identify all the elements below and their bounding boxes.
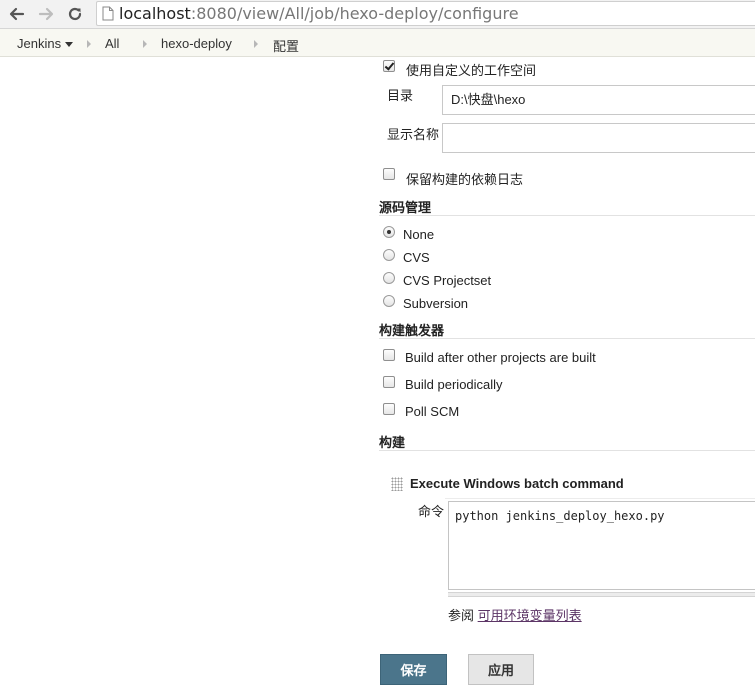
back-button[interactable] bbox=[5, 3, 29, 25]
reload-icon bbox=[68, 7, 82, 21]
scm-none-label: None bbox=[403, 227, 435, 242]
apply-button[interactable]: 应用 bbox=[468, 654, 534, 685]
url-host: localhost bbox=[119, 4, 191, 23]
build-divider bbox=[379, 450, 755, 451]
triggers-divider bbox=[379, 338, 755, 339]
triggers-section-title: 构建触发器 bbox=[379, 323, 445, 338]
forward-arrow-icon bbox=[38, 7, 54, 21]
forward-button[interactable] bbox=[34, 3, 58, 25]
trigger-after-other-label: Build after other projects are built bbox=[405, 350, 596, 365]
drag-handle-icon[interactable] bbox=[391, 477, 403, 491]
url-path: :8080/view/All/job/hexo-deploy/configure bbox=[190, 4, 519, 23]
env-vars-link[interactable]: 可用环境变量列表 bbox=[478, 608, 582, 623]
url-text: localhost:8080/view/All/job/hexo-deploy/… bbox=[119, 4, 519, 23]
scm-none-radio[interactable] bbox=[383, 226, 395, 238]
scm-divider bbox=[379, 215, 755, 216]
breadcrumb-separator-icon bbox=[143, 40, 147, 48]
custom-workspace-label: 使用自定义的工作空间 bbox=[406, 63, 537, 78]
page-icon bbox=[102, 6, 114, 24]
scm-subversion-radio[interactable] bbox=[383, 295, 395, 307]
display-name-label: 显示名称 bbox=[387, 127, 440, 142]
breadcrumb-separator-icon bbox=[254, 40, 258, 48]
help-text: 参阅 可用环境变量列表 bbox=[448, 605, 582, 624]
scm-section-title: 源码管理 bbox=[379, 200, 432, 215]
breadcrumb-separator-icon bbox=[87, 40, 91, 48]
breadcrumb-jenkins[interactable]: Jenkins bbox=[17, 36, 74, 51]
command-label: 命令 bbox=[418, 504, 445, 519]
trigger-poll-scm-checkbox[interactable] bbox=[383, 403, 395, 415]
chevron-down-icon bbox=[65, 42, 74, 48]
display-name-field[interactable] bbox=[442, 123, 755, 153]
trigger-after-other-checkbox[interactable] bbox=[383, 349, 395, 361]
trigger-poll-scm-label: Poll SCM bbox=[405, 404, 460, 419]
breadcrumb-jenkins-label: Jenkins bbox=[17, 36, 62, 51]
scm-cvs-label: CVS bbox=[403, 250, 430, 265]
reload-button[interactable] bbox=[63, 3, 87, 25]
build-step-divider bbox=[445, 498, 755, 499]
textarea-resize-handle[interactable] bbox=[448, 592, 755, 597]
browser-toolbar: localhost:8080/view/All/job/hexo-deploy/… bbox=[0, 0, 755, 29]
back-arrow-icon bbox=[9, 7, 25, 21]
breadcrumb: Jenkins All hexo-deploy 配置 bbox=[0, 29, 755, 57]
scm-cvs-radio[interactable] bbox=[383, 249, 395, 261]
trigger-periodically-checkbox[interactable] bbox=[383, 376, 395, 388]
breadcrumb-configure[interactable]: 配置 bbox=[273, 36, 299, 55]
save-button[interactable]: 保存 bbox=[380, 654, 447, 685]
keep-dependencies-label: 保留构建的依赖日志 bbox=[406, 172, 524, 187]
keep-dependencies-checkbox[interactable] bbox=[383, 168, 395, 180]
scm-cvs-projectset-label: CVS Projectset bbox=[403, 273, 492, 288]
scm-subversion-label: Subversion bbox=[403, 296, 469, 311]
trigger-periodically-label: Build periodically bbox=[405, 377, 503, 392]
build-step-title: Execute Windows batch command bbox=[410, 476, 624, 491]
command-textarea[interactable]: python jenkins_deploy_hexo.py bbox=[448, 501, 755, 590]
breadcrumb-job[interactable]: hexo-deploy bbox=[161, 36, 232, 51]
address-bar[interactable]: localhost:8080/view/All/job/hexo-deploy/… bbox=[96, 1, 755, 26]
build-section-title: 构建 bbox=[379, 435, 406, 450]
directory-field[interactable]: D:\快盘\hexo bbox=[442, 85, 755, 115]
scm-cvs-projectset-radio[interactable] bbox=[383, 272, 395, 284]
directory-label: 目录 bbox=[387, 88, 414, 103]
help-prefix: 参阅 bbox=[448, 608, 475, 623]
custom-workspace-checkbox[interactable] bbox=[383, 60, 395, 72]
breadcrumb-all[interactable]: All bbox=[105, 36, 119, 51]
